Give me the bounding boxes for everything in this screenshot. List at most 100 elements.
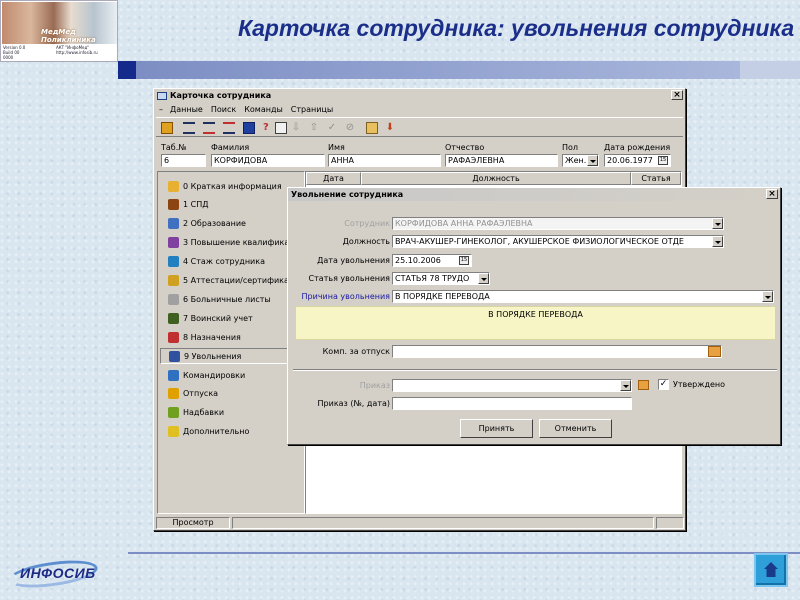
nav-item-icon xyxy=(168,293,179,305)
add-row-icon[interactable] xyxy=(183,122,195,134)
menu-item-pages[interactable]: Страницы xyxy=(291,105,333,114)
nav-item[interactable]: 8 Назначения xyxy=(168,329,241,345)
nav-item[interactable]: Командировки xyxy=(168,367,245,383)
order-number-field[interactable] xyxy=(392,397,632,410)
nav-item[interactable]: Надбавки xyxy=(168,405,224,421)
cancel-button[interactable]: Отменить xyxy=(539,419,612,438)
article-select[interactable]: СТАТЬЯ 78 ТРУДО xyxy=(392,272,490,285)
nav-item[interactable]: 9 Увольнения xyxy=(160,348,303,365)
nav-item[interactable]: Дополнительно xyxy=(168,424,249,440)
print-icon[interactable]: ⬇ xyxy=(384,122,396,134)
grid-header-article[interactable]: Статья xyxy=(631,172,681,185)
reason-select[interactable]: В ПОРЯДКЕ ПЕРЕВОДА xyxy=(392,290,774,303)
nav-item[interactable]: 0 Краткая информация xyxy=(168,178,282,194)
order-label: Приказ xyxy=(359,381,390,390)
window-titlebar: Карточка сотрудника xyxy=(154,89,685,102)
window-title: Карточка сотрудника xyxy=(170,91,272,100)
nav-item[interactable]: 3 Повышение квалификации xyxy=(168,235,305,251)
home-button[interactable] xyxy=(754,553,788,587)
help-icon[interactable]: ? xyxy=(263,122,275,134)
separator xyxy=(293,369,777,371)
nav-item[interactable]: Отпуска xyxy=(168,386,218,402)
accept-button[interactable]: Принять xyxy=(460,419,533,438)
system-menu-icon[interactable]: – xyxy=(159,105,163,114)
grid-header: Дата Должность Статья xyxy=(306,172,681,185)
filter-icon[interactable] xyxy=(275,122,287,134)
nav-item-label: 9 Увольнения xyxy=(184,351,242,361)
menu-item-commands[interactable]: Команды xyxy=(244,105,283,114)
tab-number-label: Таб.№ xyxy=(161,143,187,152)
nav-item-label: 1 СПД xyxy=(183,200,209,210)
article-value: СТАТЬЯ 78 ТРУДО xyxy=(395,274,470,283)
nav-item[interactable]: 7 Воинский учет xyxy=(168,310,253,326)
clinic-logo: МедМед Поликлиника Version 0.0 Build 00 … xyxy=(0,0,118,62)
nav-item-icon xyxy=(168,237,179,249)
dropdown-arrow-icon[interactable] xyxy=(620,380,631,391)
refresh-icon[interactable] xyxy=(366,122,378,134)
reason-text-panel[interactable]: В ПОРЯДКЕ ПЕРЕВОДА xyxy=(295,306,776,340)
nav-item-label: Дополнительно xyxy=(183,427,250,437)
grid-header-position[interactable]: Должность xyxy=(361,172,631,185)
patronymic-field[interactable]: РАФАЭЛЕВНА xyxy=(445,154,558,167)
menu-bar: – Данные Поиск Команды Страницы xyxy=(154,103,685,115)
surname-field[interactable]: КОРФИДОВА xyxy=(211,154,325,167)
dialog-close-button[interactable]: × xyxy=(766,189,778,199)
nav-item-icon xyxy=(168,256,179,268)
toolbar: ? ⇩ ⇧ ✓ ⊘ ⬇ xyxy=(156,117,683,137)
dropdown-arrow-icon[interactable] xyxy=(712,236,723,247)
cancel-icon[interactable]: ⊘ xyxy=(344,122,356,134)
arrow-down-icon[interactable]: ⇩ xyxy=(290,122,302,134)
approved-checkbox[interactable]: ✓ xyxy=(658,379,669,390)
nav-item[interactable]: 1 СПД xyxy=(168,197,208,213)
calendar-icon[interactable]: 15 xyxy=(658,156,668,165)
nav-item-label: 6 Больничные листы xyxy=(183,294,271,304)
check-icon[interactable]: ✓ xyxy=(326,122,338,134)
nav-item[interactable]: 4 Стаж сотрудника xyxy=(168,254,265,270)
delete-row-icon[interactable] xyxy=(223,122,235,134)
position-label: Должность xyxy=(342,237,390,246)
save-icon[interactable] xyxy=(243,122,255,134)
order-select[interactable] xyxy=(392,379,632,392)
employee-value: КОРФИДОВА АННА РАФАЭЛЕВНА xyxy=(395,219,533,228)
order-lookup-icon[interactable] xyxy=(638,380,649,390)
dialog-titlebar: Увольнение сотрудника xyxy=(288,188,780,201)
close-button[interactable]: × xyxy=(671,90,683,100)
nav-item[interactable]: 2 Образование xyxy=(168,216,246,232)
nav-item-icon xyxy=(168,180,179,192)
home-icon xyxy=(764,562,778,577)
nav-item-label: Отпуска xyxy=(183,389,219,399)
position-select[interactable]: ВРАЧ-АКУШЕР-ГИНЕКОЛОГ, АКУШЕРСКОЕ ФИЗИОЛ… xyxy=(392,235,724,248)
status-text: Просмотр xyxy=(156,517,230,529)
nav-item-label: Командировки xyxy=(183,370,246,380)
name-field[interactable]: АННА xyxy=(328,154,441,167)
edit-row-icon[interactable] xyxy=(203,122,215,134)
vacation-comp-field[interactable] xyxy=(392,345,722,358)
slide-title: Карточка сотрудника: увольнения сотрудни… xyxy=(238,15,795,41)
calendar-icon[interactable]: 15 xyxy=(459,256,469,265)
dismissal-date-field[interactable]: 25.10.2006 15 xyxy=(392,254,472,267)
name-label: Имя xyxy=(328,143,345,152)
dropdown-arrow-icon[interactable] xyxy=(587,155,598,166)
grid-header-date[interactable]: Дата xyxy=(306,172,361,185)
nav-item[interactable]: 6 Больничные листы xyxy=(168,291,271,307)
employee-select[interactable]: КОРФИДОВА АННА РАФАЭЛЕВНА xyxy=(392,217,724,230)
lookup-icon[interactable] xyxy=(708,346,721,357)
menu-item-search[interactable]: Поиск xyxy=(211,105,236,114)
sex-select[interactable]: Жен. xyxy=(562,154,599,167)
dropdown-arrow-icon[interactable] xyxy=(762,291,773,302)
title-bar xyxy=(136,61,740,79)
nav-item-icon xyxy=(168,275,179,286)
reason-label: Причина увольнения xyxy=(301,292,390,301)
dropdown-arrow-icon[interactable] xyxy=(712,218,723,229)
birth-date-field[interactable]: 20.06.1977 15 xyxy=(604,154,671,167)
arrow-up-icon[interactable]: ⇧ xyxy=(308,122,320,134)
infosib-logo-text: ИНФОСИБ xyxy=(20,565,96,581)
tab-number-field[interactable]: 6 xyxy=(161,154,206,167)
nav-item[interactable]: 5 Аттестации/сертификация xyxy=(168,273,304,289)
menu-item-data[interactable]: Данные xyxy=(170,105,203,114)
nav-item-icon xyxy=(168,388,179,400)
dropdown-arrow-icon[interactable] xyxy=(478,273,489,284)
book-icon[interactable] xyxy=(161,122,173,134)
birth-date-label: Дата рождения xyxy=(604,143,671,152)
employee-label: Сотрудник xyxy=(344,219,390,228)
